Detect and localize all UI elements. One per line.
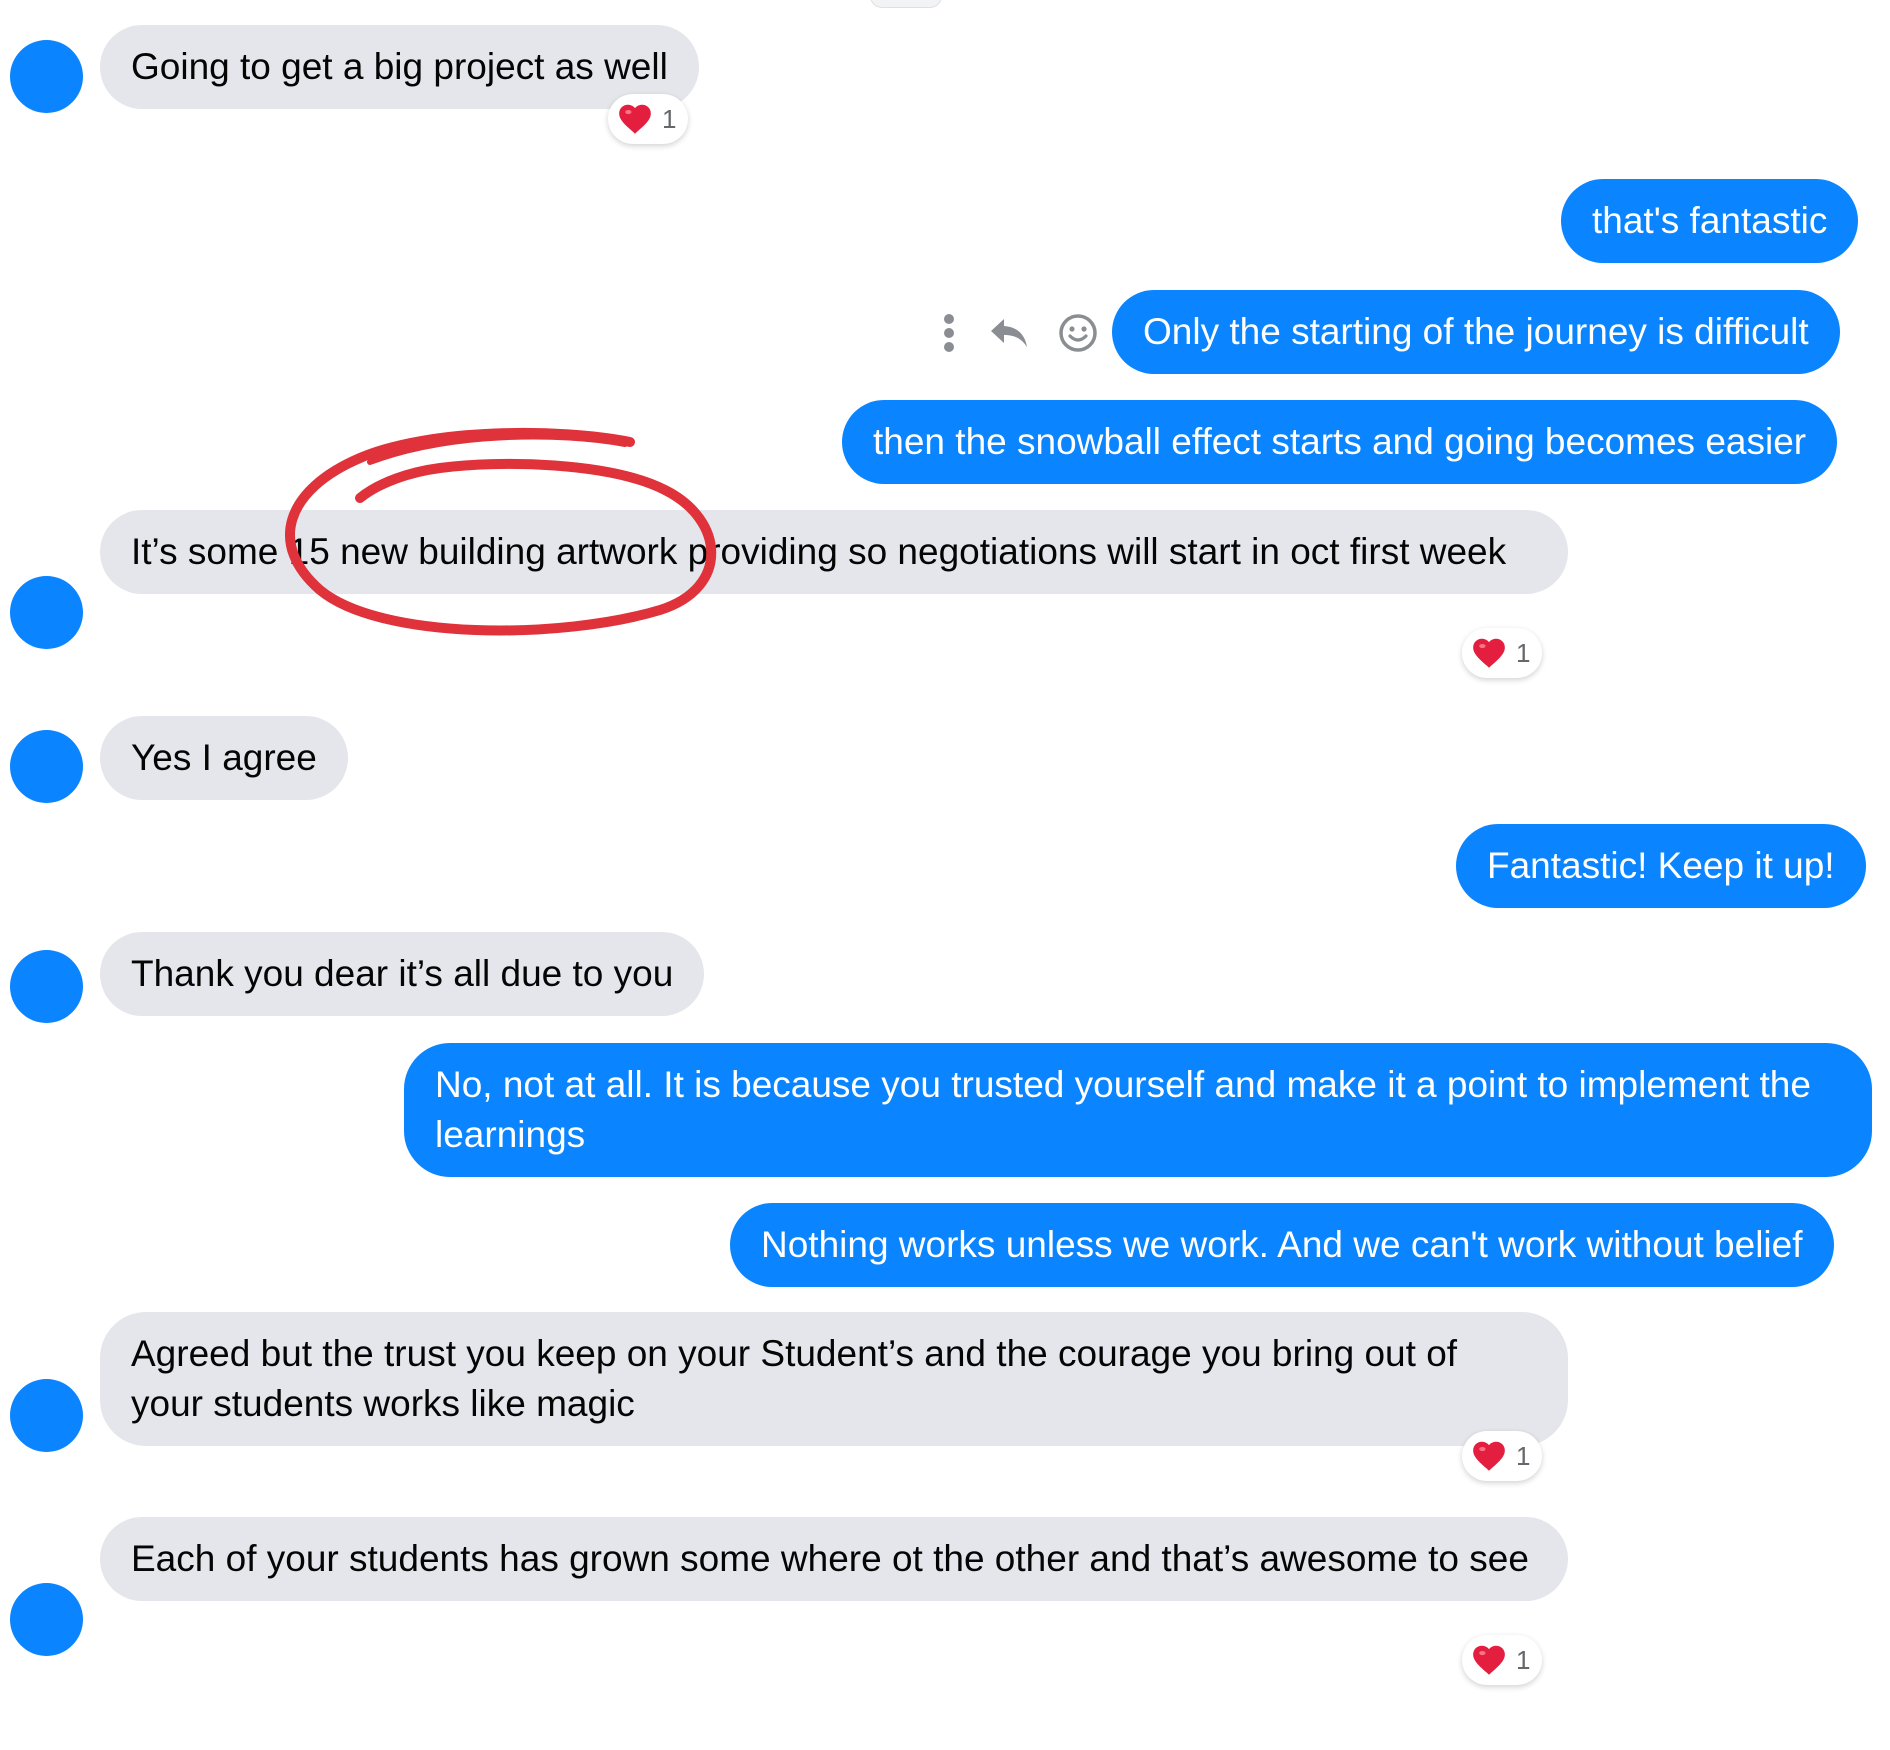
avatar[interactable] [10,40,83,113]
message-outgoing[interactable]: Nothing works unless we work. And we can… [730,1203,1834,1287]
avatar[interactable] [10,950,83,1023]
message-outgoing[interactable]: that's fantastic [1561,179,1859,263]
more-icon[interactable] [938,312,960,354]
heart-icon [1473,1645,1505,1675]
avatar[interactable] [10,1379,83,1452]
reaction-count: 1 [1516,637,1531,668]
reaction-badge[interactable]: 1 [1462,628,1543,678]
message-incoming[interactable]: Each of your students has grown some whe… [100,1517,1568,1601]
reaction-badge[interactable]: 1 [1462,1431,1543,1481]
reaction-count: 1 [1516,1440,1531,1471]
reply-icon[interactable] [988,315,1030,351]
reaction-count: 1 [1516,1644,1531,1675]
scroll-top-indicator [870,0,942,8]
avatar[interactable] [10,576,83,649]
reaction-badge[interactable]: 1 [1462,1635,1543,1685]
avatar[interactable] [10,730,83,803]
heart-icon [619,104,651,134]
message-actions [938,312,1098,354]
message-incoming[interactable]: Going to get a big project as well [100,25,699,109]
message-incoming[interactable]: Yes I agree [100,716,348,800]
reaction-count: 1 [662,103,677,134]
message-outgoing[interactable]: No, not at all. It is because you truste… [404,1043,1872,1177]
avatar[interactable] [10,1583,83,1656]
message-incoming[interactable]: It’s some 15 new building artwork provid… [100,510,1568,594]
message-outgoing[interactable]: Only the starting of the journey is diff… [1112,290,1840,374]
heart-icon [1473,638,1505,668]
reaction-badge[interactable]: 1 [608,94,689,144]
message-incoming[interactable]: Agreed but the trust you keep on your St… [100,1312,1568,1446]
message-outgoing[interactable]: then the snowball effect starts and goin… [842,400,1838,484]
message-outgoing[interactable]: Fantastic! Keep it up! [1456,824,1866,908]
heart-icon [1473,1441,1505,1471]
message-incoming[interactable]: Thank you dear it’s all due to you [100,932,705,1016]
react-icon[interactable] [1058,313,1098,353]
